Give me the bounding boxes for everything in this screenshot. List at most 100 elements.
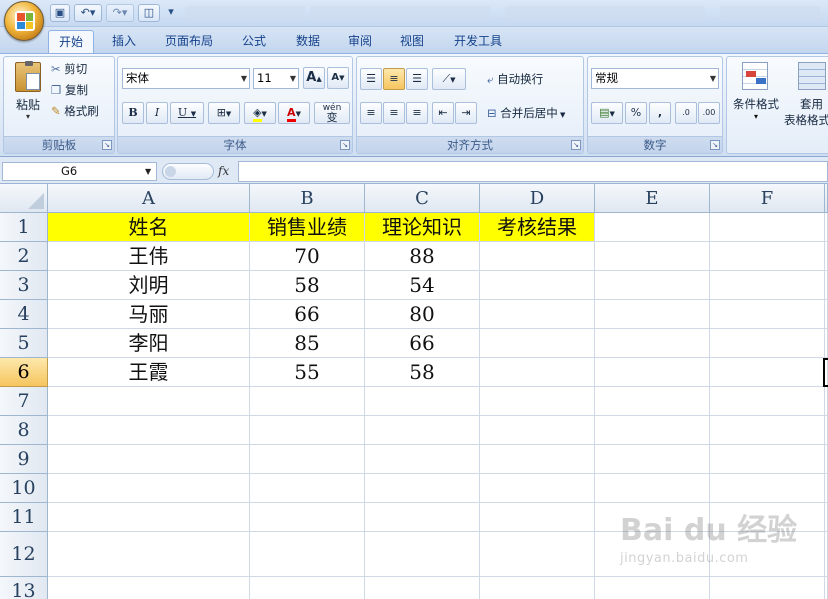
align-bottom-button[interactable]: ☰ [406,68,428,90]
column-header-c[interactable]: C [365,184,480,213]
cell-a5[interactable]: 李阳 [48,329,250,358]
cell-e4[interactable] [595,300,710,329]
underline-button[interactable]: U ▼ [170,102,204,124]
cell-c2[interactable]: 88 [365,242,480,271]
format-painter-button[interactable]: ✎ 格式刷 [50,101,112,119]
cell-e7[interactable] [595,387,710,416]
cell-f9[interactable] [710,445,825,474]
column-header-b[interactable]: B [250,184,365,213]
cell-e10[interactable] [595,474,710,503]
column-header-a[interactable]: A [48,184,250,213]
phonetic-button[interactable]: wén 变 [314,102,350,124]
comma-button[interactable]: , [649,102,671,124]
formula-cancel-enter-icon[interactable] [162,163,214,180]
row-header-7[interactable]: 7 [0,387,48,416]
cell-a11[interactable] [48,503,250,532]
cell-d5[interactable] [480,329,595,358]
cell-f7[interactable] [710,387,825,416]
cell-d11[interactable] [480,503,595,532]
cell-b10[interactable] [250,474,365,503]
cell-c6[interactable]: 58 [365,358,480,387]
tab-page-layout[interactable]: 页面布局 [156,30,222,52]
percent-button[interactable]: % [625,102,647,124]
cell-b5[interactable]: 85 [250,329,365,358]
cell-a13[interactable] [48,577,250,599]
column-header-d[interactable]: D [480,184,595,213]
alignment-launcher-icon[interactable]: ↘ [571,140,581,150]
customize-qat-icon[interactable]: ▾ [164,4,178,22]
clipboard-launcher-icon[interactable]: ↘ [102,140,112,150]
cell-d10[interactable] [480,474,595,503]
cell-f3[interactable] [710,271,825,300]
tab-view[interactable]: 视图 [390,30,434,52]
paste-button[interactable]: 粘贴 ▾ [10,60,46,130]
print-preview-icon[interactable]: ◫ [138,4,160,22]
row-header-5[interactable]: 5 [0,329,48,358]
row-header-11[interactable]: 11 [0,503,48,532]
align-center-button[interactable]: ≡ [383,102,405,124]
cell-c5[interactable]: 66 [365,329,480,358]
cell-d1[interactable]: 考核结果 [480,213,595,242]
row-header-12[interactable]: 12 [0,532,48,577]
number-launcher-icon[interactable]: ↘ [710,140,720,150]
align-left-button[interactable]: ≡ [360,102,382,124]
increase-decimal-button[interactable]: .0 [675,102,697,124]
bold-button[interactable]: B [122,102,144,124]
align-right-button[interactable]: ≡ [406,102,428,124]
row-header-3[interactable]: 3 [0,271,48,300]
cell-c12[interactable] [365,532,480,577]
cell-d9[interactable] [480,445,595,474]
cell-b3[interactable]: 58 [250,271,365,300]
redo-icon[interactable]: ↷▾ [106,4,134,22]
cell-a1[interactable]: 姓名 [48,213,250,242]
cut-button[interactable]: ✂ 剪切 [50,59,110,77]
cell-b9[interactable] [250,445,365,474]
cell-e6[interactable] [595,358,710,387]
cell-c8[interactable] [365,416,480,445]
cell-b8[interactable] [250,416,365,445]
cell-e3[interactable] [595,271,710,300]
cell-a7[interactable] [48,387,250,416]
active-cell-g6[interactable] [823,358,828,387]
cell-a4[interactable]: 马丽 [48,300,250,329]
cell-a6[interactable]: 王霞 [48,358,250,387]
tab-home[interactable]: 开始 [48,30,94,54]
cell-b13[interactable] [250,577,365,599]
cell-d8[interactable] [480,416,595,445]
cell-a3[interactable]: 刘明 [48,271,250,300]
cell-c13[interactable] [365,577,480,599]
cell-c10[interactable] [365,474,480,503]
conditional-format-button[interactable]: 条件格式 ▾ [730,60,782,130]
cell-e9[interactable] [595,445,710,474]
tab-developer[interactable]: 开发工具 [444,30,512,52]
cell-c1[interactable]: 理论知识 [365,213,480,242]
insert-function-icon[interactable]: fx [218,162,234,181]
font-name-select[interactable]: 宋体 ▼ [122,68,250,89]
cell-e5[interactable] [595,329,710,358]
align-middle-button[interactable]: ≡ [383,68,405,90]
font-size-select[interactable]: 11 ▼ [253,68,299,89]
name-box[interactable]: G6 [2,162,157,181]
decrease-indent-button[interactable]: ⇤ [432,102,454,124]
column-header-f[interactable]: F [710,184,825,213]
cell-d13[interactable] [480,577,595,599]
cell-f4[interactable] [710,300,825,329]
fill-color-button[interactable]: ◈▼ [244,102,276,124]
formula-input[interactable] [238,161,828,182]
cell-c9[interactable] [365,445,480,474]
cell-b11[interactable] [250,503,365,532]
align-top-button[interactable]: ☰ [360,68,382,90]
cell-e8[interactable] [595,416,710,445]
font-color-button[interactable]: A▼ [278,102,310,124]
row-header-8[interactable]: 8 [0,416,48,445]
cell-d6[interactable] [480,358,595,387]
cell-b4[interactable]: 66 [250,300,365,329]
cell-d7[interactable] [480,387,595,416]
cell-d3[interactable] [480,271,595,300]
cell-c11[interactable] [365,503,480,532]
chevron-down-icon[interactable]: ▼ [145,162,151,181]
cell-d4[interactable] [480,300,595,329]
cell-f6[interactable] [710,358,825,387]
cell-a2[interactable]: 王伟 [48,242,250,271]
format-as-table-button[interactable]: 套用 表格格式 [784,60,828,130]
